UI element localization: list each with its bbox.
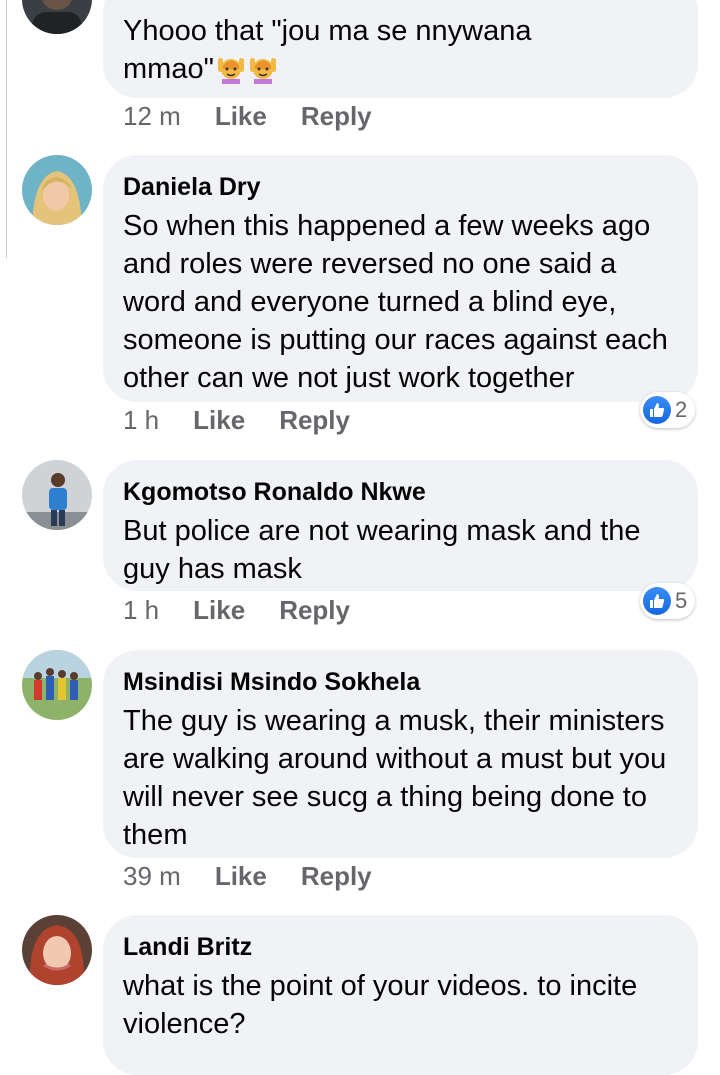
comment-timestamp[interactable]: 1 h (123, 405, 159, 436)
reply-button[interactable]: Reply (301, 861, 372, 892)
comment-actions: 1 h Like Reply (123, 595, 350, 626)
comment-bubble: Yhooo that "jou ma se nnywana mmao" (103, 0, 698, 98)
comment-text: what is the point of your videos. to inc… (123, 970, 638, 1040)
avatar[interactable] (22, 460, 92, 530)
avatar[interactable] (22, 650, 92, 720)
like-button[interactable]: Like (193, 405, 245, 436)
comment-bubble: Msindisi Msindo Sokhela The guy is weari… (103, 650, 698, 858)
reaction-count: 2 (675, 397, 688, 422)
comment-actions: 1 h Like Reply (123, 405, 350, 436)
comment-text: But police are not wearing mask and the … (123, 515, 641, 585)
avatar[interactable] (22, 155, 92, 225)
comment-bubble: Landi Britz what is the point of your vi… (103, 915, 698, 1075)
like-icon (643, 587, 671, 615)
comment-timestamp[interactable]: 1 h (123, 595, 159, 626)
comment-author[interactable]: Kgomotso Ronaldo Nkwe (123, 476, 678, 508)
reaction-summary[interactable]: 5 (640, 583, 696, 619)
comment-timestamp[interactable]: 12 m (123, 101, 181, 132)
reply-button[interactable]: Reply (301, 101, 372, 132)
woman-raising-hands-emoji (216, 54, 246, 94)
comment-actions: 12 m Like Reply (123, 101, 372, 132)
comment-bubble: Daniela Dry So when this happened a few … (103, 155, 698, 402)
like-button[interactable]: Like (215, 101, 267, 132)
woman-raising-hands-emoji (248, 54, 278, 94)
reply-button[interactable]: Reply (279, 595, 350, 626)
like-button[interactable]: Like (193, 595, 245, 626)
comment-text: The guy is wearing a musk, their ministe… (123, 705, 667, 851)
reaction-count: 5 (675, 588, 688, 613)
reaction-summary[interactable]: 2 (640, 392, 696, 428)
thread-divider-line (6, 0, 7, 258)
avatar[interactable] (22, 915, 92, 985)
comment-author[interactable]: Landi Britz (123, 931, 678, 963)
like-icon (643, 396, 671, 424)
avatar[interactable] (22, 0, 92, 34)
comment-author[interactable]: Msindisi Msindo Sokhela (123, 666, 678, 698)
comment-timestamp[interactable]: 39 m (123, 861, 181, 892)
reply-button[interactable]: Reply (279, 405, 350, 436)
comment-author[interactable]: Daniela Dry (123, 171, 678, 203)
comment-text: Yhooo that "jou ma se nnywana mmao" (123, 12, 678, 94)
like-button[interactable]: Like (215, 861, 267, 892)
comment-actions: 39 m Like Reply (123, 861, 372, 892)
comment-text: So when this happened a few weeks ago an… (123, 210, 668, 394)
comment-bubble: Kgomotso Ronaldo Nkwe But police are not… (103, 460, 698, 591)
